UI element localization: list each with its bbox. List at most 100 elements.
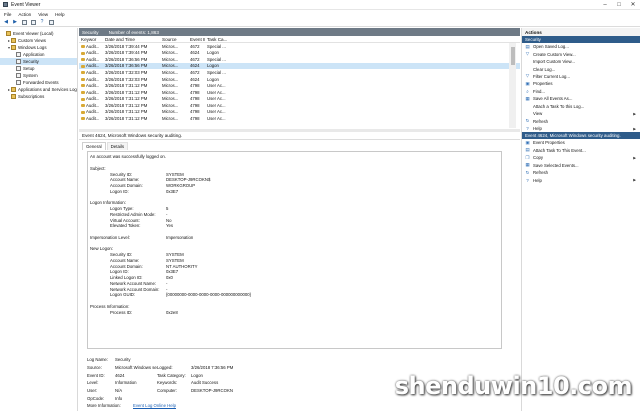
- action-item[interactable]: ▣ Properties: [522, 80, 640, 87]
- description-value: 0x0: [166, 275, 173, 281]
- tree-node[interactable]: Event Viewer (Local): [0, 30, 77, 37]
- tab-general[interactable]: General: [82, 142, 106, 150]
- description-key: Logon ID:: [110, 188, 129, 194]
- action-label: Filter Current Log...: [533, 73, 571, 79]
- action-item[interactable]: ▽ Filter Current Log...: [522, 73, 640, 80]
- column-task-category[interactable]: Task Ca...: [205, 37, 227, 42]
- property-label: Log Name:: [87, 357, 109, 363]
- menu-action[interactable]: Action: [18, 12, 31, 17]
- tree-node[interactable]: ▸ Custom Views: [0, 37, 77, 44]
- refresh-icon: ↻: [525, 118, 530, 124]
- action-item[interactable]: ▦ Save All Events As...: [522, 95, 640, 102]
- action-item[interactable]: ▦ Save Selected Events...: [522, 162, 640, 169]
- cell-text: Audit...: [86, 69, 100, 75]
- menu-file[interactable]: File: [4, 12, 11, 17]
- cell-text: Audit...: [86, 109, 100, 115]
- actions-section-event[interactable]: Event 4624, Microsoft Windows security a…: [522, 132, 640, 140]
- description-key: Logon Information:: [90, 200, 126, 206]
- column-event-id[interactable]: Event ID: [188, 37, 205, 42]
- window-controls: – □ ✕: [598, 0, 640, 10]
- close-button[interactable]: ✕: [626, 0, 640, 10]
- cell-text: Audit...: [86, 115, 100, 121]
- log-header-title: Security: [82, 29, 99, 35]
- action-item[interactable]: Clear Log...: [522, 65, 640, 72]
- toolbar: ◀ ▶ ?: [0, 18, 640, 27]
- event-log-online-help-link[interactable]: Event Log Online Help: [133, 403, 176, 408]
- tree-node[interactable]: Forwarded Events: [0, 79, 77, 86]
- cell-source: Micros...: [162, 56, 179, 62]
- column-keywords[interactable]: Keywor: [79, 37, 103, 42]
- action-item[interactable]: ▽ Create Custom View...: [522, 50, 640, 57]
- tree-node-label: Forwarded Events: [23, 80, 59, 85]
- tree-node[interactable]: Setup: [0, 65, 77, 72]
- show-hide-tree-icon[interactable]: [30, 19, 36, 25]
- action-item[interactable]: Attach a Task To this Log...: [522, 103, 640, 110]
- action-item[interactable]: Import Custom View...: [522, 58, 640, 65]
- key-icon: [81, 84, 85, 88]
- cell-event-id: 4672: [190, 69, 200, 75]
- folder-open-icon: ▤: [525, 43, 530, 49]
- cell-date-time: 3/26/2018 7:32:03 PM: [105, 76, 148, 82]
- tree-node-label: Setup: [23, 66, 35, 71]
- log-icon: [16, 66, 21, 71]
- action-item[interactable]: ↻ Refresh: [522, 117, 640, 124]
- description-key: Account Domain:: [110, 263, 143, 269]
- description-key: Security ID:: [110, 252, 133, 258]
- tree-node[interactable]: Security: [0, 58, 77, 65]
- up-folder-icon[interactable]: [21, 19, 27, 25]
- column-date-time[interactable]: Date and Time: [103, 37, 160, 42]
- description-key: An account was successfully logged on.: [90, 154, 166, 160]
- log-icon: [16, 80, 21, 85]
- menu-view[interactable]: View: [38, 12, 48, 17]
- description-key: Restricted Admin Mode:: [110, 211, 156, 217]
- action-item[interactable]: ▤ Attach Task To This Event...: [522, 147, 640, 154]
- action-item[interactable]: ▤ Open Saved Log...: [522, 43, 640, 50]
- tree-node[interactable]: ▾ Windows Logs: [0, 44, 77, 51]
- cell-date-time: 3/26/2018 7:36:56 PM: [105, 63, 148, 69]
- action-item[interactable]: ↻ Refresh: [522, 169, 640, 176]
- action-item[interactable]: ? Help ▶: [522, 125, 640, 132]
- action-label: Properties: [533, 81, 553, 87]
- cell-text: Audit...: [86, 102, 100, 108]
- action-item[interactable]: ⌕ Find...: [522, 88, 640, 95]
- description-key: Elevated Token:: [110, 223, 141, 229]
- folder-icon: [11, 38, 16, 43]
- find-icon: ⌕: [526, 88, 529, 94]
- cell-event-id: 4624: [190, 76, 200, 82]
- cell-task-category: Logon: [207, 50, 219, 56]
- action-item[interactable]: ❐ Copy ▶: [522, 154, 640, 161]
- cell-keywords: Audit...: [79, 103, 103, 108]
- key-icon: [81, 77, 85, 81]
- event-grid-scrollbar[interactable]: [509, 43, 516, 128]
- cell-task-category: User Ac...: [207, 109, 226, 115]
- folder-icon: [6, 31, 11, 36]
- action-item[interactable]: ? Help ▶: [522, 176, 640, 183]
- key-icon: [81, 51, 85, 55]
- cell-text: Audit...: [86, 56, 100, 62]
- scrollbar-thumb[interactable]: [510, 47, 515, 65]
- forward-arrow-icon[interactable]: ▶: [12, 19, 18, 25]
- help-icon[interactable]: ?: [39, 19, 45, 25]
- description-value: {00000000-0000-0000-0000-000000000000}: [166, 292, 252, 298]
- tab-details[interactable]: Details: [106, 142, 129, 150]
- actions-section-security[interactable]: Security: [522, 36, 640, 43]
- tree-node[interactable]: ▸ Applications and Services Log: [0, 86, 77, 93]
- tree-node[interactable]: Subscriptions: [0, 93, 77, 100]
- table-row[interactable]: Audit... 3/26/2018 7:31:12 PM Micros... 479…: [79, 115, 520, 122]
- tree-node[interactable]: System: [0, 72, 77, 79]
- action-item[interactable]: ▣ Event Properties: [522, 139, 640, 146]
- event-description[interactable]: An account was successfully logged on. Su…: [87, 151, 502, 349]
- action-item[interactable]: View ▶: [522, 110, 640, 117]
- tree-node[interactable]: Application: [0, 51, 77, 58]
- key-icon: [81, 110, 85, 114]
- property-label: Source:: [87, 365, 102, 371]
- property-value: 3/26/2018 7:36:56 PM: [191, 365, 234, 371]
- maximize-button[interactable]: □: [612, 0, 626, 10]
- show-hide-action-pane-icon[interactable]: [48, 19, 54, 25]
- menu-help[interactable]: Help: [55, 12, 64, 17]
- column-source[interactable]: Source: [160, 37, 188, 42]
- minimize-button[interactable]: –: [598, 0, 612, 10]
- back-arrow-icon[interactable]: ◀: [3, 19, 9, 25]
- save-icon: ▦: [525, 95, 530, 101]
- description-key: Network Account Name:: [110, 280, 157, 286]
